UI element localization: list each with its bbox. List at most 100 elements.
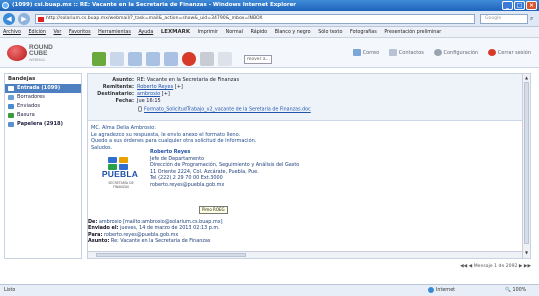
inbox-icon [8, 86, 14, 91]
zoom-control[interactable]: 🔍 100% [505, 285, 526, 296]
menu-edicion[interactable]: Edición [26, 27, 49, 37]
message-body: MC. Alma Delia Ambrosio: Le agradezco su… [88, 122, 520, 252]
print-button[interactable]: Imprimir [195, 27, 221, 37]
message-toolbar: mover a... [88, 52, 272, 70]
close-button[interactable]: × [526, 1, 537, 10]
text-only-button[interactable]: Sólo texto [315, 27, 345, 37]
body-line: MC. Alma Delia Ambrosio: [91, 125, 156, 131]
puebla-logo-word: PUEBLA [101, 169, 139, 179]
folder-junk[interactable]: Basura [5, 111, 81, 120]
compose-icon[interactable] [110, 52, 124, 66]
search-box[interactable]: Google [480, 14, 528, 24]
sender-link[interactable]: Roberto Reyes [137, 84, 173, 90]
move-to-select[interactable]: mover a... [244, 55, 272, 64]
minimize-button[interactable]: _ [502, 1, 513, 10]
menu-favoritos[interactable]: Favoritos [66, 27, 94, 37]
normal-button[interactable]: Normal [223, 27, 246, 37]
folder-inbox[interactable]: Entrada (1099) [5, 84, 81, 93]
address-bar[interactable]: http://solarium.cs.buap.mx/webmail/?_tas… [35, 14, 475, 24]
puebla-logo: PUEBLA SECRETARÍA DE FINANZAS [100, 157, 140, 191]
ie-icon [2, 2, 9, 9]
recipient-link[interactable]: ambrosio [137, 91, 160, 97]
scroll-thumb[interactable] [524, 82, 529, 244]
date-value: Jue 16:15 [137, 98, 161, 104]
status-text: Listo [4, 288, 16, 293]
folder-sent[interactable]: Enviados [5, 102, 81, 111]
scroll-up-icon[interactable]: ▲ [524, 75, 529, 81]
nav-mail[interactable]: Correo [352, 48, 379, 58]
zone-label: Internet [436, 288, 456, 293]
mail-icon [352, 49, 361, 56]
reply-icon[interactable] [128, 52, 142, 66]
folder-label: Papelera (2918) [17, 121, 63, 127]
sender-expand[interactable]: [+] [175, 84, 183, 90]
folder-drafts[interactable]: Borradores [5, 93, 81, 102]
signature-name: Roberto Reyes [150, 149, 191, 155]
hscroll-thumb[interactable] [96, 253, 246, 257]
attachment-name: Formato_SolicitudTrabajo_v2_vacante de l… [144, 107, 311, 113]
quoted-from: ambrosio [mailto:ambrosio@solarium.cs.bu… [98, 219, 223, 225]
logo-sub: WEBMAIL [29, 58, 46, 62]
gear-icon [433, 49, 442, 56]
folder-label: Basura [17, 112, 35, 118]
quoted-subject: Re: Vacante en la Secretaria de Finanzas [110, 238, 211, 245]
attachment-link[interactable]: Formato_SolicitudTrabajo_v2_vacante de l… [138, 106, 311, 113]
search-placeholder: Google [485, 16, 502, 21]
forward-button[interactable]: ▶ [18, 13, 30, 25]
tooltip: Pimo ROEG [199, 206, 228, 214]
maximize-button[interactable]: □ [514, 1, 525, 10]
address-row: ◀ ▶ http://solarium.cs.buap.mx/webmail/?… [0, 11, 539, 27]
source-icon[interactable] [218, 52, 232, 66]
quoted-header: De: ambrosio [mailto:ambrosio@solarium.c… [88, 219, 223, 245]
vertical-scrollbar[interactable]: ▲ ▼ [522, 74, 530, 258]
recipient-label: Destinatario: [97, 91, 134, 97]
window-title: (1099) csi.buap.mx :: RE: Vacante en la … [12, 2, 297, 8]
photos-button[interactable]: Fotografías [347, 27, 380, 37]
address-url: http://solarium.cs.buap.mx/webmail/?_tas… [46, 16, 263, 21]
nav-contacts[interactable]: Contactos [388, 48, 424, 58]
first-message-icon[interactable]: ◀◀ [460, 264, 467, 269]
nav-logout[interactable]: Cerrar sesión [487, 48, 531, 58]
reply-all-icon[interactable] [146, 52, 160, 66]
back-to-list-icon[interactable] [92, 52, 106, 66]
prev-message-icon[interactable]: ◀ [469, 264, 473, 269]
menu-herramientas[interactable]: Herramientas [95, 27, 134, 37]
recipient-expand[interactable]: [+] [162, 91, 170, 97]
logout-icon [487, 49, 496, 56]
print-icon[interactable] [200, 52, 214, 66]
next-message-icon[interactable]: ▶ [519, 264, 523, 269]
back-button[interactable]: ◀ [3, 13, 15, 25]
folder-trash[interactable]: Papelera (2918) [5, 120, 81, 129]
menu-ayuda[interactable]: Ayuda [135, 27, 156, 37]
message-pane: Asunto: RE: Vacante en la Secretaria de F… [87, 73, 531, 259]
last-message-icon[interactable]: ▶▶ [524, 264, 531, 269]
signature: PUEBLA SECRETARÍA DE FINANZAS Roberto Re… [88, 149, 348, 214]
fast-button[interactable]: Rápido [248, 27, 271, 37]
menu-bar: Archivo Edición Ver Favoritos Herramient… [0, 27, 539, 38]
lexmark-logo: LEXMARK [160, 29, 191, 35]
search-icon[interactable]: ⌕ [530, 15, 533, 23]
folders-heading: Bandejas [8, 76, 36, 82]
page-favicon [38, 16, 44, 22]
window-title-bar: (1099) csi.buap.mx :: RE: Vacante en la … [0, 0, 539, 11]
nav-settings[interactable]: Configuración [433, 48, 478, 58]
subject-label: Asunto: [112, 77, 134, 83]
subject-value: RE: Vacante en la Secretaria de Finanzas [137, 77, 240, 83]
scroll-down-icon[interactable]: ▼ [524, 250, 529, 256]
quoted-to: roberto.reyes@puebla.gob.mx [103, 231, 179, 238]
menu-ver[interactable]: Ver [50, 27, 64, 37]
horizontal-scrollbar[interactable] [88, 251, 522, 258]
quoted-from-label: De: [88, 219, 98, 225]
app-nav: Correo Contactos Configuración Cerrar se… [345, 48, 531, 58]
black-white-button[interactable]: Blanco y negro [272, 27, 314, 37]
signature-line: Tel (222) 2 29 70 00 Ext.3000 [150, 175, 223, 182]
junk-icon [8, 113, 14, 118]
delete-icon[interactable] [182, 52, 196, 66]
status-bar: Listo Internet 🔍 100% [0, 284, 539, 296]
menu-archivo[interactable]: Archivo [0, 27, 24, 37]
print-preview-button[interactable]: Presentación preliminar [381, 27, 444, 37]
folder-label: Enviados [17, 103, 41, 109]
message-pager: ◀◀ ◀ Mensaje 1 de 2092 ▶ ▶▶ [88, 262, 531, 271]
message-header: Asunto: RE: Vacante en la Secretaria de F… [88, 74, 530, 121]
forward-icon[interactable] [164, 52, 178, 66]
